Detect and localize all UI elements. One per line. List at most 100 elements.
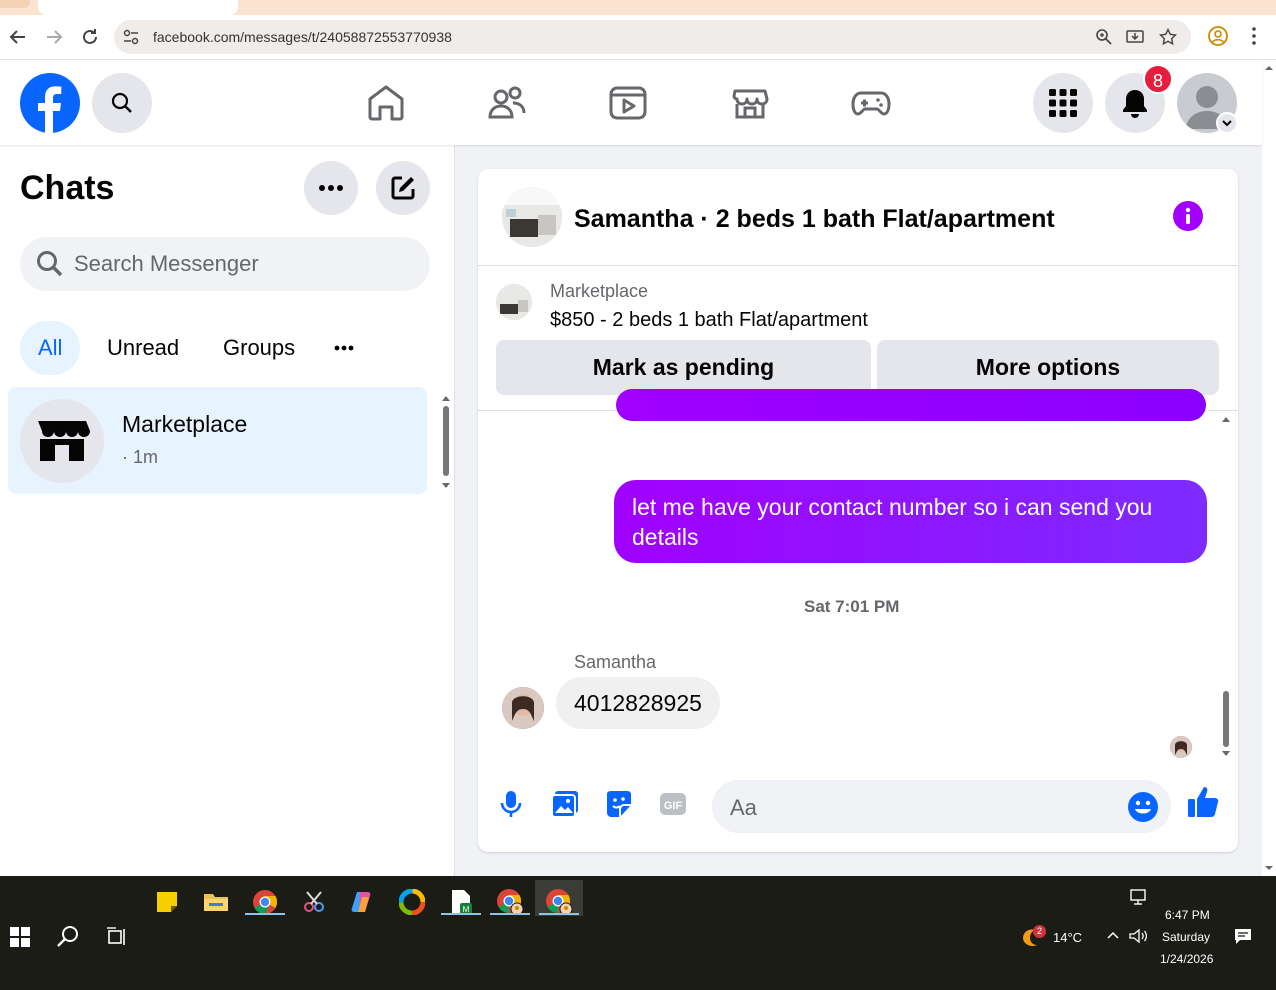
copilot-app[interactable] bbox=[343, 882, 383, 922]
scroll-down-arrow-icon[interactable] bbox=[1262, 861, 1276, 875]
volume-icon[interactable] bbox=[1128, 927, 1148, 945]
listing-avatar[interactable] bbox=[502, 187, 562, 247]
compose-icon bbox=[391, 176, 415, 200]
new-message-button[interactable] bbox=[376, 161, 430, 215]
conversation-panel: Samantha · 2 beds 1 bath Flat/apartment … bbox=[478, 169, 1238, 852]
thread-scrollbar[interactable] bbox=[1220, 415, 1232, 760]
conversation-info-button[interactable] bbox=[1173, 201, 1203, 231]
windows-start-icon[interactable] bbox=[10, 927, 30, 947]
apartment-photo-icon bbox=[502, 187, 562, 247]
gaming-icon[interactable] bbox=[851, 83, 891, 123]
previous-outgoing-bubble[interactable] bbox=[616, 389, 1206, 421]
filter-all[interactable]: All bbox=[20, 321, 81, 375]
forward-button[interactable] bbox=[42, 25, 66, 49]
mark-as-pending-button[interactable]: Mark as pending bbox=[496, 340, 871, 395]
taskbar-search-icon[interactable] bbox=[56, 924, 80, 948]
filter-more-button[interactable] bbox=[333, 338, 375, 358]
file-explorer-app[interactable] bbox=[196, 882, 236, 922]
profile-icon[interactable] bbox=[1207, 25, 1229, 47]
notification-center-icon[interactable] bbox=[1234, 927, 1252, 945]
profile-photo-icon bbox=[1170, 736, 1192, 758]
url-text: facebook.com/messages/t/2405887255377093… bbox=[153, 29, 452, 45]
message-input[interactable]: Aa bbox=[712, 780, 1171, 833]
clock-day[interactable]: Saturday bbox=[1162, 930, 1210, 944]
browser-toolbar: facebook.com/messages/t/2405887255377093… bbox=[0, 15, 1276, 60]
clock-time[interactable]: 6:47 PM bbox=[1165, 908, 1210, 922]
chrome-profile-app[interactable] bbox=[490, 882, 530, 922]
emoji-icon[interactable] bbox=[1127, 791, 1159, 823]
copilot-icon bbox=[351, 892, 371, 912]
sender-name: Samantha bbox=[574, 652, 657, 672]
site-settings-icon[interactable] bbox=[122, 28, 140, 46]
active-app-indicator bbox=[539, 913, 579, 915]
incoming-message[interactable]: 4012828925 bbox=[556, 677, 720, 729]
chat-list-scrollbar[interactable] bbox=[441, 394, 451, 490]
listing-price-title[interactable]: $850 - 2 beds 1 bath Flat/apartment bbox=[550, 309, 868, 332]
chat-list-item[interactable]: Marketplace · 1m bbox=[8, 387, 427, 494]
bookmark-star-icon[interactable] bbox=[1159, 28, 1177, 46]
listing-thumbnail[interactable] bbox=[496, 284, 532, 320]
chats-title: Chats bbox=[20, 169, 115, 207]
chrome-profile-active-app[interactable] bbox=[539, 882, 579, 922]
conversation-header: Samantha · 2 beds 1 bath Flat/apartment bbox=[478, 169, 1238, 266]
chrome-icon bbox=[253, 890, 278, 914]
chrome-running-indicator bbox=[245, 913, 285, 915]
outgoing-message[interactable]: let me have your contact number so i can… bbox=[614, 480, 1207, 563]
network-icon[interactable] bbox=[1128, 888, 1148, 906]
zoom-icon[interactable] bbox=[1095, 28, 1113, 46]
more-options-button[interactable]: More options bbox=[877, 340, 1219, 395]
document-app[interactable]: M bbox=[441, 882, 481, 922]
clock-date[interactable]: 1/24/2026 bbox=[1160, 952, 1213, 966]
chrome-profile-icon bbox=[546, 889, 573, 916]
address-bar[interactable]: facebook.com/messages/t/2405887255377093… bbox=[114, 20, 1191, 54]
message-composer: GIF Aa bbox=[478, 764, 1238, 852]
chrome-profile-icon bbox=[497, 889, 524, 916]
browser-tab-active[interactable] bbox=[38, 0, 238, 15]
photos-app[interactable] bbox=[392, 882, 432, 922]
back-button[interactable] bbox=[6, 25, 30, 49]
chat-time: · 1m bbox=[122, 447, 158, 467]
search-icon bbox=[37, 251, 63, 277]
facebook-logo-icon[interactable] bbox=[20, 73, 80, 133]
friends-icon[interactable] bbox=[487, 83, 527, 123]
chats-sidebar: Chats Search Messenger All Unread Groups… bbox=[0, 145, 455, 876]
conversation-title[interactable]: Samantha · 2 beds 1 bath Flat/apartment bbox=[574, 205, 1055, 234]
install-app-icon[interactable] bbox=[1126, 28, 1144, 46]
sticker-icon[interactable] bbox=[603, 788, 635, 820]
snipping-app[interactable] bbox=[294, 882, 334, 922]
scroll-up-arrow-icon[interactable] bbox=[1262, 61, 1276, 75]
search-messenger-input[interactable]: Search Messenger bbox=[20, 237, 430, 291]
chrome-app[interactable] bbox=[245, 882, 285, 922]
fb-search-button[interactable] bbox=[92, 73, 152, 133]
microphone-icon[interactable] bbox=[495, 788, 527, 820]
folder-icon bbox=[204, 894, 228, 911]
notification-count-badge: 8 bbox=[1143, 64, 1173, 94]
svg-text:GIF: GIF bbox=[664, 800, 683, 812]
reload-button[interactable] bbox=[78, 25, 102, 49]
sticky-notes-app[interactable] bbox=[147, 882, 187, 922]
scroll-track-icon bbox=[1222, 417, 1230, 756]
marketplace-icon[interactable] bbox=[730, 83, 770, 123]
filter-unread[interactable]: Unread bbox=[89, 321, 197, 375]
chevron-up-icon[interactable] bbox=[1106, 930, 1120, 940]
sender-avatar[interactable] bbox=[502, 687, 544, 729]
grid-menu-icon bbox=[1049, 89, 1077, 117]
tab-corner bbox=[0, 0, 30, 8]
page-scrollbar[interactable] bbox=[1262, 61, 1276, 876]
temperature[interactable]: 14°C bbox=[1053, 930, 1082, 945]
search-placeholder: Search Messenger bbox=[74, 251, 259, 276]
thumbs-up-icon[interactable] bbox=[1186, 784, 1222, 820]
gif-icon[interactable]: GIF bbox=[657, 788, 689, 820]
photo-attach-icon[interactable] bbox=[549, 788, 581, 820]
snipping-tool-icon bbox=[304, 891, 324, 912]
account-chevron[interactable] bbox=[1216, 112, 1238, 134]
filter-groups[interactable]: Groups bbox=[205, 321, 313, 375]
menu-button[interactable] bbox=[1033, 73, 1093, 133]
home-icon[interactable] bbox=[366, 83, 406, 123]
message-thread: let me have your contact number so i can… bbox=[478, 389, 1238, 764]
chat-options-button[interactable] bbox=[304, 161, 358, 215]
task-view-icon[interactable] bbox=[106, 927, 126, 947]
browser-menu-icon[interactable] bbox=[1243, 25, 1265, 47]
video-icon[interactable] bbox=[608, 83, 648, 123]
message-input-placeholder: Aa bbox=[730, 795, 757, 820]
